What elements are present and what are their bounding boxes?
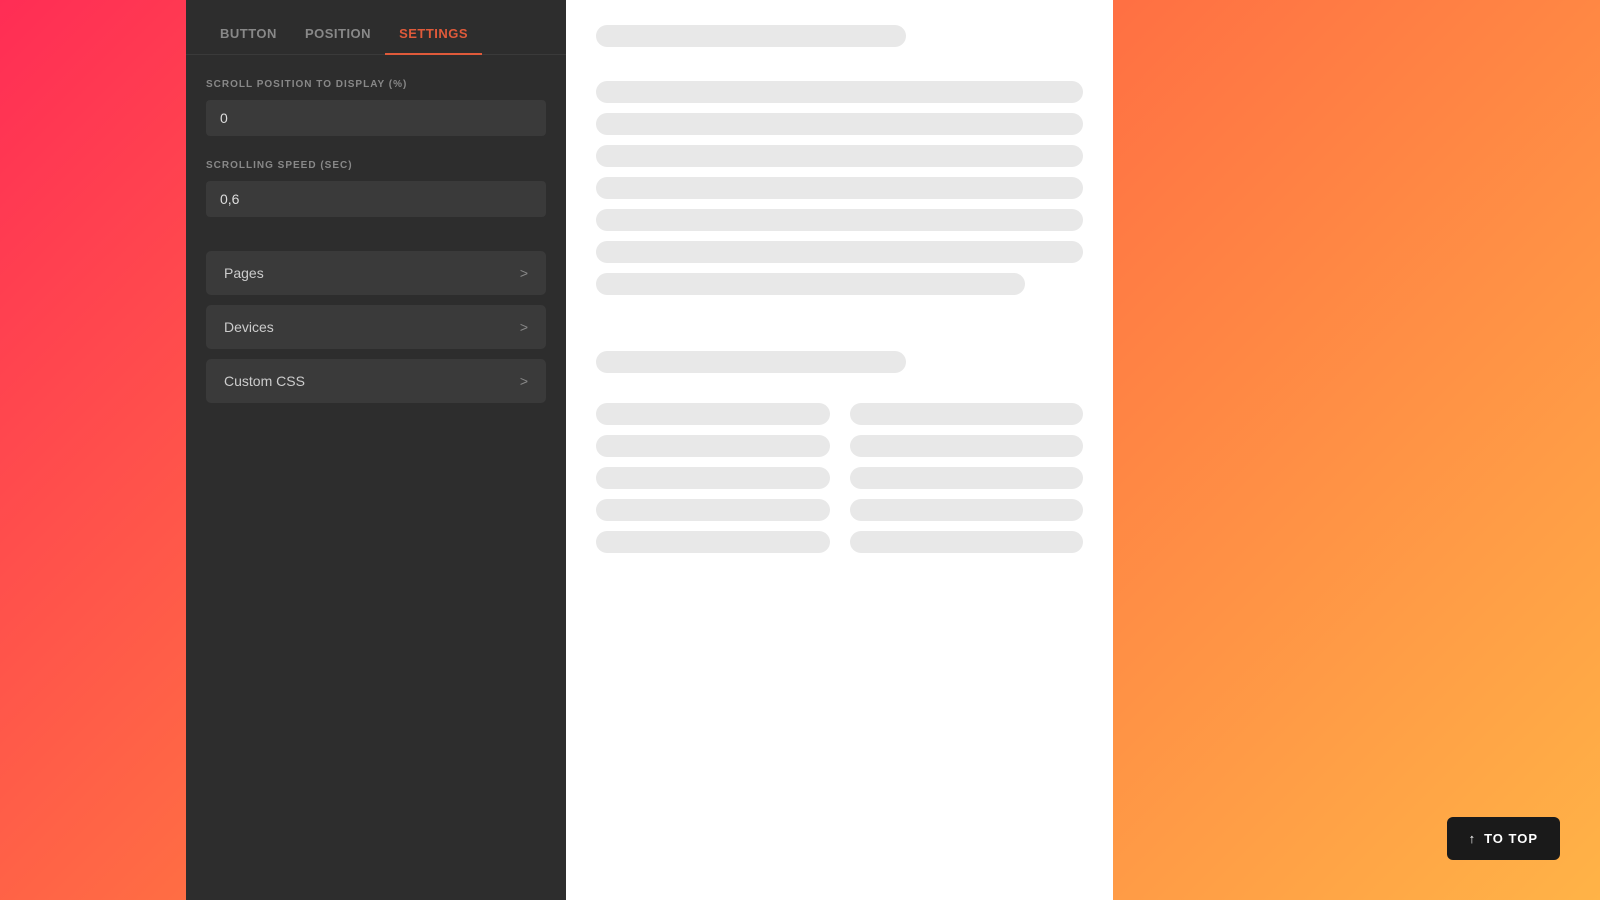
expand-row-devices[interactable]: Devices > bbox=[206, 305, 546, 349]
skeleton-bar bbox=[850, 435, 1084, 457]
tab-button[interactable]: BUTTON bbox=[206, 14, 291, 55]
tab-position[interactable]: POSITION bbox=[291, 14, 385, 55]
main-content-area bbox=[566, 0, 1113, 900]
skeleton-bar bbox=[596, 177, 1083, 199]
skeleton-bar bbox=[850, 467, 1084, 489]
skeleton-bar bbox=[596, 241, 1083, 263]
tabs-bar: BUTTON POSITION SETTINGS bbox=[186, 0, 566, 55]
chevron-right-icon: > bbox=[520, 265, 528, 281]
expand-row-pages[interactable]: Pages > bbox=[206, 251, 546, 295]
scrolling-speed-input[interactable] bbox=[206, 181, 546, 217]
skeleton-bar bbox=[596, 467, 830, 489]
section-gap bbox=[596, 311, 1083, 351]
skeleton-bar bbox=[596, 25, 906, 47]
tab-settings[interactable]: SETTINGS bbox=[385, 14, 482, 55]
chevron-right-icon: > bbox=[520, 319, 528, 335]
skeleton-bar bbox=[596, 209, 1083, 231]
chevron-right-icon: > bbox=[520, 373, 528, 389]
skeleton-bar bbox=[596, 403, 830, 425]
skeleton-bar bbox=[850, 499, 1084, 521]
skeleton-bar bbox=[850, 403, 1084, 425]
skeleton-bar bbox=[596, 499, 830, 521]
scrolling-speed-label: SCROLLING SPEED (SEC) bbox=[206, 160, 546, 171]
expand-row-custom-css[interactable]: Custom CSS > bbox=[206, 359, 546, 403]
skeleton-bar bbox=[850, 531, 1084, 553]
sidebar-panel: BUTTON POSITION SETTINGS SCROLL POSITION… bbox=[186, 0, 566, 900]
scroll-position-input[interactable] bbox=[206, 100, 546, 136]
skeleton-bar bbox=[596, 435, 830, 457]
settings-content: SCROLL POSITION TO DISPLAY (%) SCROLLING… bbox=[186, 55, 566, 900]
skeleton-bar bbox=[596, 273, 1025, 295]
custom-css-label: Custom CSS bbox=[224, 373, 305, 389]
pages-label: Pages bbox=[224, 265, 264, 281]
skeleton-bar bbox=[596, 531, 830, 553]
col-right bbox=[850, 403, 1084, 563]
skeleton-bar bbox=[596, 351, 906, 373]
two-col-row bbox=[596, 403, 1083, 563]
skeleton-bar bbox=[596, 81, 1083, 103]
right-strip bbox=[1113, 0, 1600, 900]
scroll-position-label: SCROLL POSITION TO DISPLAY (%) bbox=[206, 79, 546, 90]
devices-label: Devices bbox=[224, 319, 274, 335]
skeleton-bar bbox=[596, 145, 1083, 167]
col-left bbox=[596, 403, 830, 563]
left-strip bbox=[0, 0, 93, 900]
skeleton-bar bbox=[596, 113, 1083, 135]
